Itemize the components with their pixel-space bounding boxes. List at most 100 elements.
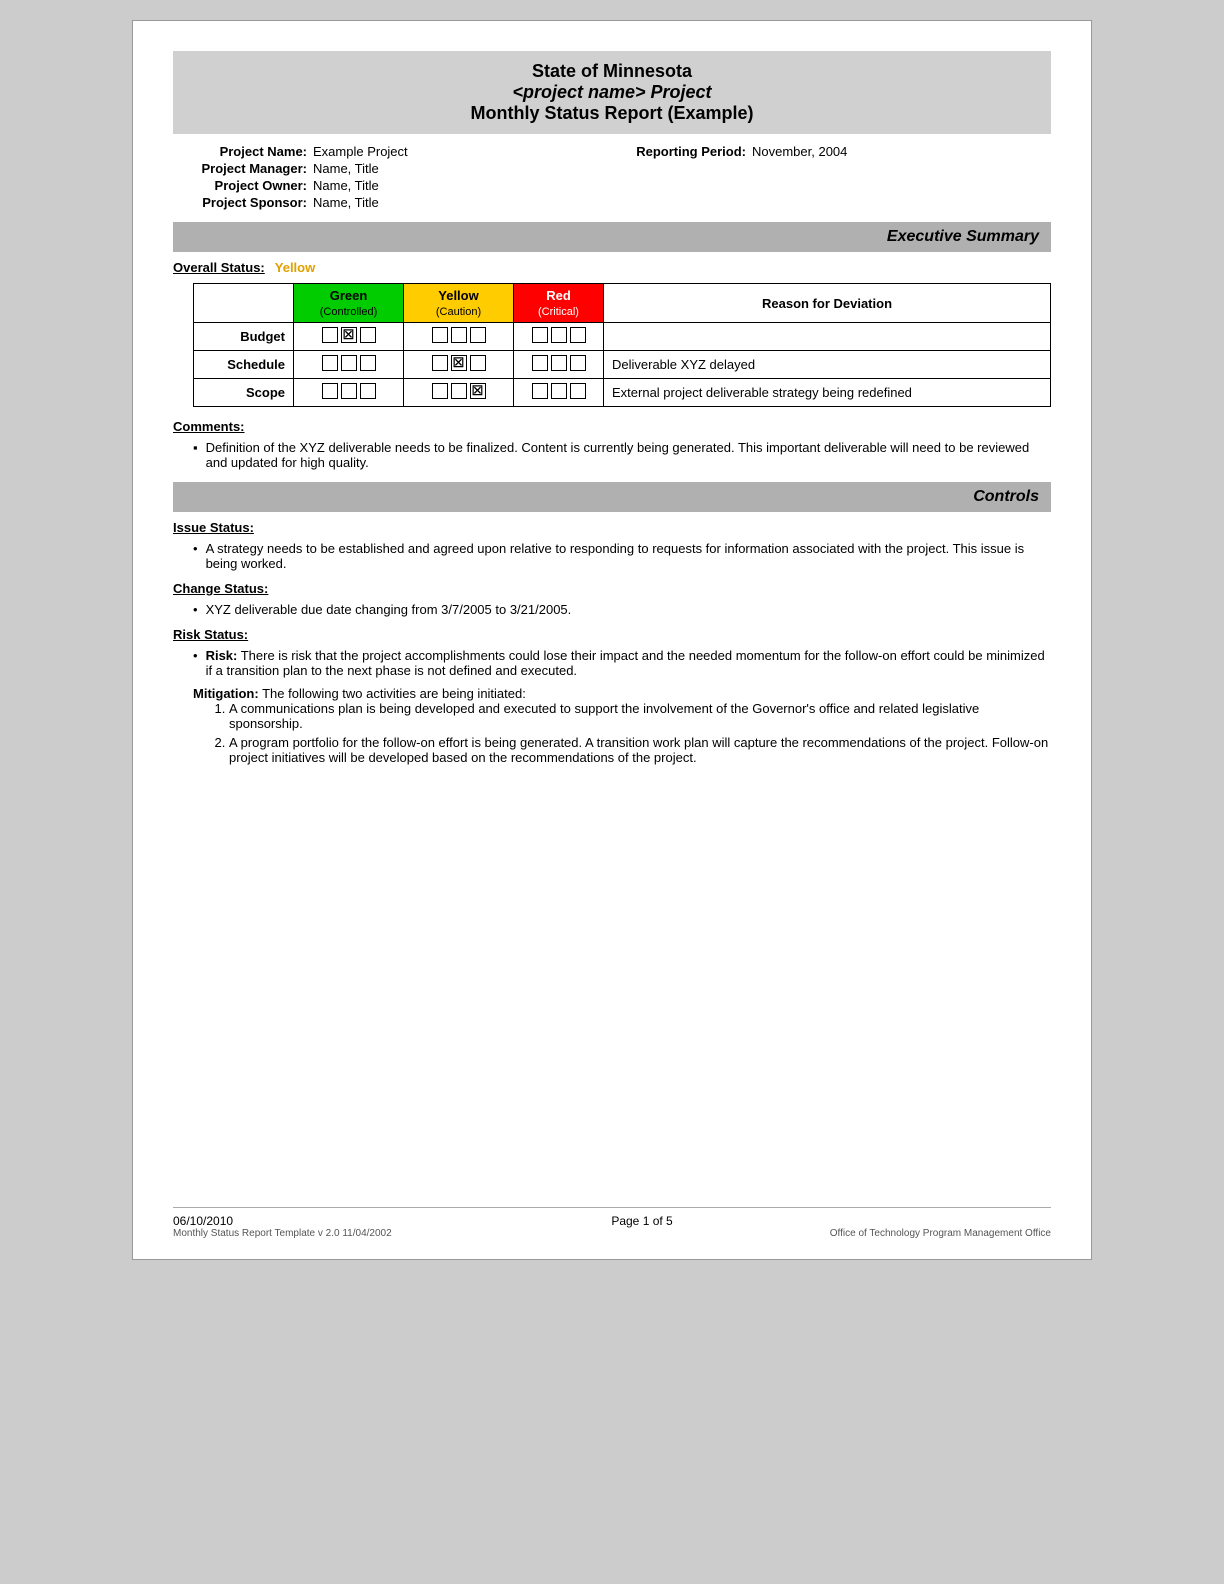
comment-item-1: Definition of the XYZ deliverable needs … — [193, 440, 1051, 470]
budget-label: Budget — [194, 323, 294, 351]
scope-red — [514, 379, 604, 407]
issue-item-1: A strategy needs to be established and a… — [193, 541, 1051, 571]
project-manager-value: Name, Title — [313, 161, 379, 176]
budget-red-cb2 — [551, 327, 567, 343]
scope-green-cb2 — [341, 383, 357, 399]
reporting-period-label: Reporting Period: — [612, 144, 752, 159]
project-owner-label: Project Owner: — [173, 178, 313, 193]
schedule-red-cb3 — [570, 355, 586, 371]
comments-section: Comments: Definition of the XYZ delivera… — [173, 419, 1051, 470]
controls-bar: Controls — [173, 482, 1051, 512]
schedule-red-cb2 — [551, 355, 567, 371]
overall-status-label: Overall Status: — [173, 260, 265, 275]
project-info: Project Name: Example Project Project Ma… — [173, 144, 1051, 212]
mitigation-item-2: A program portfolio for the follow-on ef… — [229, 735, 1051, 765]
table-row-scope: Scope ☒ — [194, 379, 1051, 407]
executive-summary-title: Executive Summary — [887, 228, 1039, 245]
change-list: XYZ deliverable due date changing from 3… — [173, 602, 1051, 617]
scope-red-cb2 — [551, 383, 567, 399]
comment-text-1: Definition of the XYZ deliverable needs … — [206, 440, 1051, 470]
budget-yellow-cb1 — [432, 327, 448, 343]
schedule-green — [294, 351, 404, 379]
budget-reason — [604, 323, 1051, 351]
scope-yellow-cb2 — [451, 383, 467, 399]
schedule-green-cb3 — [360, 355, 376, 371]
budget-red-cb1 — [532, 327, 548, 343]
budget-green-cb3 — [360, 327, 376, 343]
budget-yellow-cb2 — [451, 327, 467, 343]
page-footer: 06/10/2010 Page 1 of 5 Monthly Status Re… — [173, 1207, 1051, 1239]
scope-green — [294, 379, 404, 407]
budget-green: ☒ — [294, 323, 404, 351]
header-line1: State of Minnesota — [173, 61, 1051, 82]
scope-reason: External project deliverable strategy be… — [604, 379, 1051, 407]
schedule-label: Schedule — [194, 351, 294, 379]
reporting-period-value: November, 2004 — [752, 144, 847, 159]
footer-row2: Monthly Status Report Template v 2.0 11/… — [173, 1228, 1051, 1239]
schedule-green-cb1 — [322, 355, 338, 371]
table-row-budget: Budget ☒ — [194, 323, 1051, 351]
executive-summary-bar: Executive Summary — [173, 222, 1051, 252]
schedule-green-cb2 — [341, 355, 357, 371]
budget-yellow — [404, 323, 514, 351]
overall-status-value: Yellow — [275, 260, 315, 275]
table-header-reason: Reason for Deviation — [604, 284, 1051, 323]
change-text-1: XYZ deliverable due date changing from 3… — [206, 602, 572, 617]
header-line2: <project name> Project — [173, 82, 1051, 103]
project-owner-row: Project Owner: Name, Title — [173, 178, 612, 193]
scope-green-cb3 — [360, 383, 376, 399]
footer-page: Page 1 of 5 — [611, 1214, 672, 1228]
schedule-yellow: ☒ — [404, 351, 514, 379]
scope-red-cb3 — [570, 383, 586, 399]
budget-red-cb3 — [570, 327, 586, 343]
issue-list: A strategy needs to be established and a… — [173, 541, 1051, 571]
table-header-green: Green (Controlled) — [294, 284, 404, 323]
project-info-right: Reporting Period: November, 2004 — [612, 144, 1051, 212]
project-manager-row: Project Manager: Name, Title — [173, 161, 612, 176]
scope-yellow-cb1 — [432, 383, 448, 399]
project-sponsor-row: Project Sponsor: Name, Title — [173, 195, 612, 210]
controls-title: Controls — [973, 488, 1039, 505]
issue-text-1: A strategy needs to be established and a… — [206, 541, 1051, 571]
footer-office: Office of Technology Program Management … — [830, 1228, 1051, 1239]
controls-section: Issue Status: A strategy needs to be est… — [173, 520, 1051, 765]
project-sponsor-label: Project Sponsor: — [173, 195, 313, 210]
budget-green-cb1 — [322, 327, 338, 343]
footer-row1: 06/10/2010 Page 1 of 5 — [173, 1214, 1051, 1228]
schedule-yellow-cb1 — [432, 355, 448, 371]
scope-green-cb1 — [322, 383, 338, 399]
risk-text-1: Risk: There is risk that the project acc… — [206, 648, 1051, 678]
change-heading: Change Status: — [173, 581, 1051, 596]
overall-status: Overall Status: Yellow — [173, 260, 1051, 275]
risk-heading: Risk Status: — [173, 627, 1051, 642]
schedule-red — [514, 351, 604, 379]
footer-template-info: Monthly Status Report Template v 2.0 11/… — [173, 1228, 392, 1239]
reporting-period-row: Reporting Period: November, 2004 — [612, 144, 1051, 159]
schedule-yellow-cb2: ☒ — [451, 355, 467, 371]
project-name-row: Project Name: Example Project — [173, 144, 612, 159]
comments-list: Definition of the XYZ deliverable needs … — [173, 440, 1051, 470]
project-manager-label: Project Manager: — [173, 161, 313, 176]
project-name-value: Example Project — [313, 144, 408, 159]
scope-red-cb1 — [532, 383, 548, 399]
risk-list: Risk: There is risk that the project acc… — [173, 648, 1051, 678]
mitigation-item-1: A communications plan is being developed… — [229, 701, 1051, 731]
project-owner-value: Name, Title — [313, 178, 379, 193]
budget-yellow-cb3 — [470, 327, 486, 343]
scope-label: Scope — [194, 379, 294, 407]
schedule-red-cb1 — [532, 355, 548, 371]
header-line3: Monthly Status Report (Example) — [173, 103, 1051, 124]
table-header-yellow: Yellow (Caution) — [404, 284, 514, 323]
budget-red — [514, 323, 604, 351]
mitigation-intro: Mitigation: The following two activities… — [193, 686, 1051, 701]
page: State of Minnesota <project name> Projec… — [132, 20, 1092, 1260]
comments-heading: Comments: — [173, 419, 1051, 434]
mitigation-block: Mitigation: The following two activities… — [193, 686, 1051, 765]
table-row-schedule: Schedule ☒ — [194, 351, 1051, 379]
schedule-yellow-cb3 — [470, 355, 486, 371]
project-name-label: Project Name: — [173, 144, 313, 159]
schedule-reason: Deliverable XYZ delayed — [604, 351, 1051, 379]
project-info-left: Project Name: Example Project Project Ma… — [173, 144, 612, 212]
mitigation-list: A communications plan is being developed… — [193, 701, 1051, 765]
status-table: Green (Controlled) Yellow (Caution) Red … — [193, 283, 1051, 407]
